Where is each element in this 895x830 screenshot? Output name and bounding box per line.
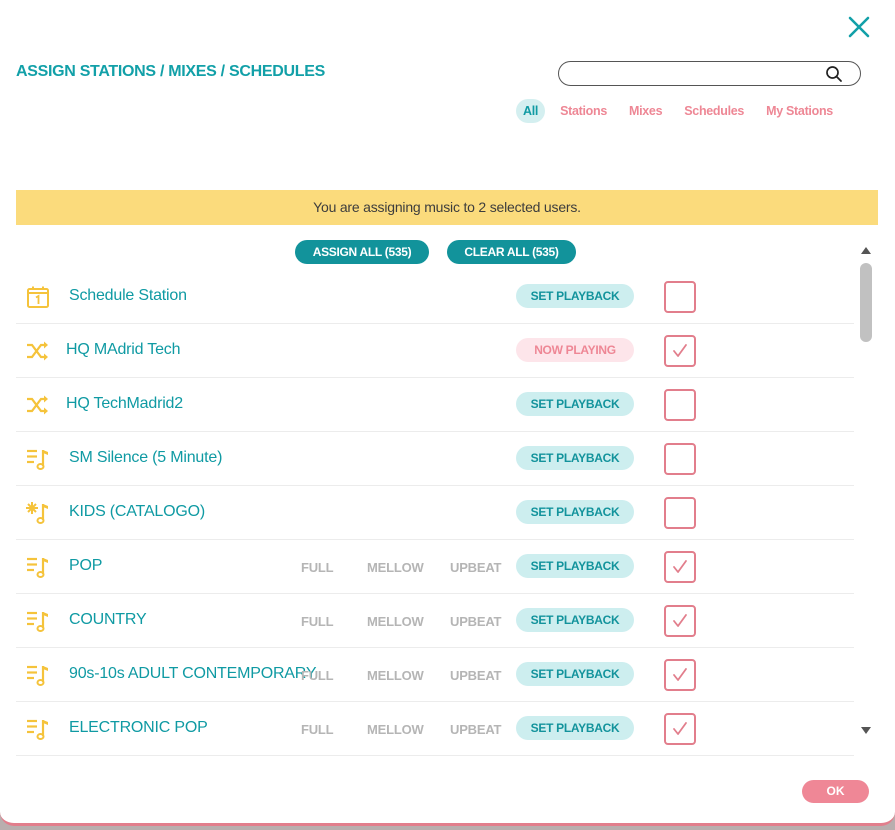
assign-info-banner: You are assigning music to 2 selected us… bbox=[16, 190, 878, 225]
assign-checkbox[interactable] bbox=[664, 335, 696, 367]
search-icon[interactable] bbox=[825, 65, 843, 83]
set-playback-button[interactable]: SET PLAYBACK bbox=[516, 446, 634, 470]
set-playback-button[interactable]: SET PLAYBACK bbox=[516, 662, 634, 686]
station-list: Schedule Station SET PLAYBACK HQ MAdrid Te… bbox=[16, 270, 854, 758]
filter-tab-my-stations[interactable]: My Stations bbox=[759, 99, 840, 123]
scroll-up-arrow-icon[interactable] bbox=[860, 245, 872, 255]
option-mellow-button[interactable]: MELLOW bbox=[367, 722, 424, 737]
checkmark-icon bbox=[673, 668, 687, 681]
list-item: KIDS (CATALOGO) SET PLAYBACK bbox=[16, 486, 854, 540]
list-item: ELECTRONIC POP FULL MELLOW UPBEAT SET PLAYBA… bbox=[16, 702, 854, 756]
option-full-button[interactable]: FULL bbox=[301, 668, 334, 683]
playlist-music-icon bbox=[26, 609, 50, 633]
list-item: Schedule Station SET PLAYBACK bbox=[16, 270, 854, 324]
option-upbeat-button[interactable]: UPBEAT bbox=[450, 614, 501, 629]
assign-checkbox[interactable] bbox=[664, 281, 696, 313]
item-name: HQ MAdrid Tech bbox=[66, 341, 181, 358]
assign-checkbox[interactable] bbox=[664, 659, 696, 691]
filter-tab-mixes[interactable]: Mixes bbox=[622, 99, 669, 123]
item-name: SM Silence (5 Minute) bbox=[69, 449, 223, 466]
close-icon[interactable] bbox=[846, 14, 872, 40]
filter-tabs: All Stations Mixes Schedules My Stations bbox=[516, 99, 848, 123]
checkmark-icon bbox=[673, 344, 687, 357]
list-item: POP FULL MELLOW UPBEAT SET PLAYBACK bbox=[16, 540, 854, 594]
set-playback-button[interactable]: SET PLAYBACK bbox=[516, 716, 634, 740]
set-playback-button[interactable]: SET PLAYBACK bbox=[516, 608, 634, 632]
option-full-button[interactable]: FULL bbox=[301, 722, 334, 737]
shuffle-mix-icon bbox=[26, 393, 50, 417]
option-upbeat-button[interactable]: UPBEAT bbox=[450, 560, 501, 575]
now-playing-badge: NOW PLAYING bbox=[516, 338, 634, 362]
shuffle-mix-icon bbox=[26, 339, 50, 363]
ok-button[interactable]: OK bbox=[802, 780, 869, 803]
assign-checkbox[interactable] bbox=[664, 605, 696, 637]
option-full-button[interactable]: FULL bbox=[301, 614, 334, 629]
option-full-button[interactable]: FULL bbox=[301, 560, 334, 575]
filter-tab-schedules[interactable]: Schedules bbox=[677, 99, 751, 123]
list-item: SM Silence (5 Minute) SET PLAYBACK bbox=[16, 432, 854, 486]
set-playback-button[interactable]: SET PLAYBACK bbox=[516, 284, 634, 308]
schedule-calendar-icon bbox=[26, 285, 50, 309]
option-mellow-button[interactable]: MELLOW bbox=[367, 614, 424, 629]
scrollbar-thumb[interactable] bbox=[860, 263, 872, 342]
playlist-music-icon bbox=[26, 447, 50, 471]
option-upbeat-button[interactable]: UPBEAT bbox=[450, 668, 501, 683]
list-item: HQ TechMadrid2 SET PLAYBACK bbox=[16, 378, 854, 432]
set-playback-button[interactable]: SET PLAYBACK bbox=[516, 554, 634, 578]
item-name: 90s-10s ADULT CONTEMPORARY bbox=[69, 665, 317, 682]
item-name: POP bbox=[69, 557, 103, 574]
list-item: 90s-10s ADULT CONTEMPORARY FULL MELLOW UPBE… bbox=[16, 648, 854, 702]
option-mellow-button[interactable]: MELLOW bbox=[367, 560, 424, 575]
assign-checkbox[interactable] bbox=[664, 713, 696, 745]
filter-tab-all[interactable]: All bbox=[516, 99, 546, 123]
search-input[interactable] bbox=[569, 65, 819, 82]
search-box bbox=[558, 61, 861, 86]
item-name: Schedule Station bbox=[69, 287, 187, 304]
assign-all-button[interactable]: ASSIGN ALL (535) bbox=[295, 240, 429, 264]
item-name: HQ TechMadrid2 bbox=[66, 395, 183, 412]
assign-modal: ASSIGN STATIONS / MIXES / SCHEDULES All … bbox=[0, 0, 895, 826]
option-upbeat-button[interactable]: UPBEAT bbox=[450, 722, 501, 737]
checkmark-icon bbox=[673, 560, 687, 573]
option-mellow-button[interactable]: MELLOW bbox=[367, 668, 424, 683]
assign-checkbox[interactable] bbox=[664, 551, 696, 583]
playlist-music-icon bbox=[26, 717, 50, 741]
item-name: ELECTRONIC POP bbox=[69, 719, 208, 736]
checkmark-icon bbox=[673, 614, 687, 627]
list-item: COUNTRY FULL MELLOW UPBEAT SET PLAYBACK bbox=[16, 594, 854, 648]
set-playback-button[interactable]: SET PLAYBACK bbox=[516, 500, 634, 524]
playlist-music-icon bbox=[26, 555, 50, 579]
item-name: KIDS (CATALOGO) bbox=[69, 503, 205, 520]
checkmark-icon bbox=[673, 722, 687, 735]
sparkle-music-icon bbox=[26, 501, 50, 525]
playlist-music-icon bbox=[26, 663, 50, 687]
modal-title: ASSIGN STATIONS / MIXES / SCHEDULES bbox=[16, 63, 325, 80]
filter-tab-stations[interactable]: Stations bbox=[553, 99, 614, 123]
assign-checkbox[interactable] bbox=[664, 389, 696, 421]
clear-all-button[interactable]: CLEAR ALL (535) bbox=[447, 240, 576, 264]
list-item: HQ MAdrid Tech NOW PLAYING bbox=[16, 324, 854, 378]
assign-checkbox[interactable] bbox=[664, 443, 696, 475]
scroll-down-arrow-icon[interactable] bbox=[860, 726, 872, 736]
item-name: COUNTRY bbox=[69, 611, 147, 628]
assign-checkbox[interactable] bbox=[664, 497, 696, 529]
set-playback-button[interactable]: SET PLAYBACK bbox=[516, 392, 634, 416]
